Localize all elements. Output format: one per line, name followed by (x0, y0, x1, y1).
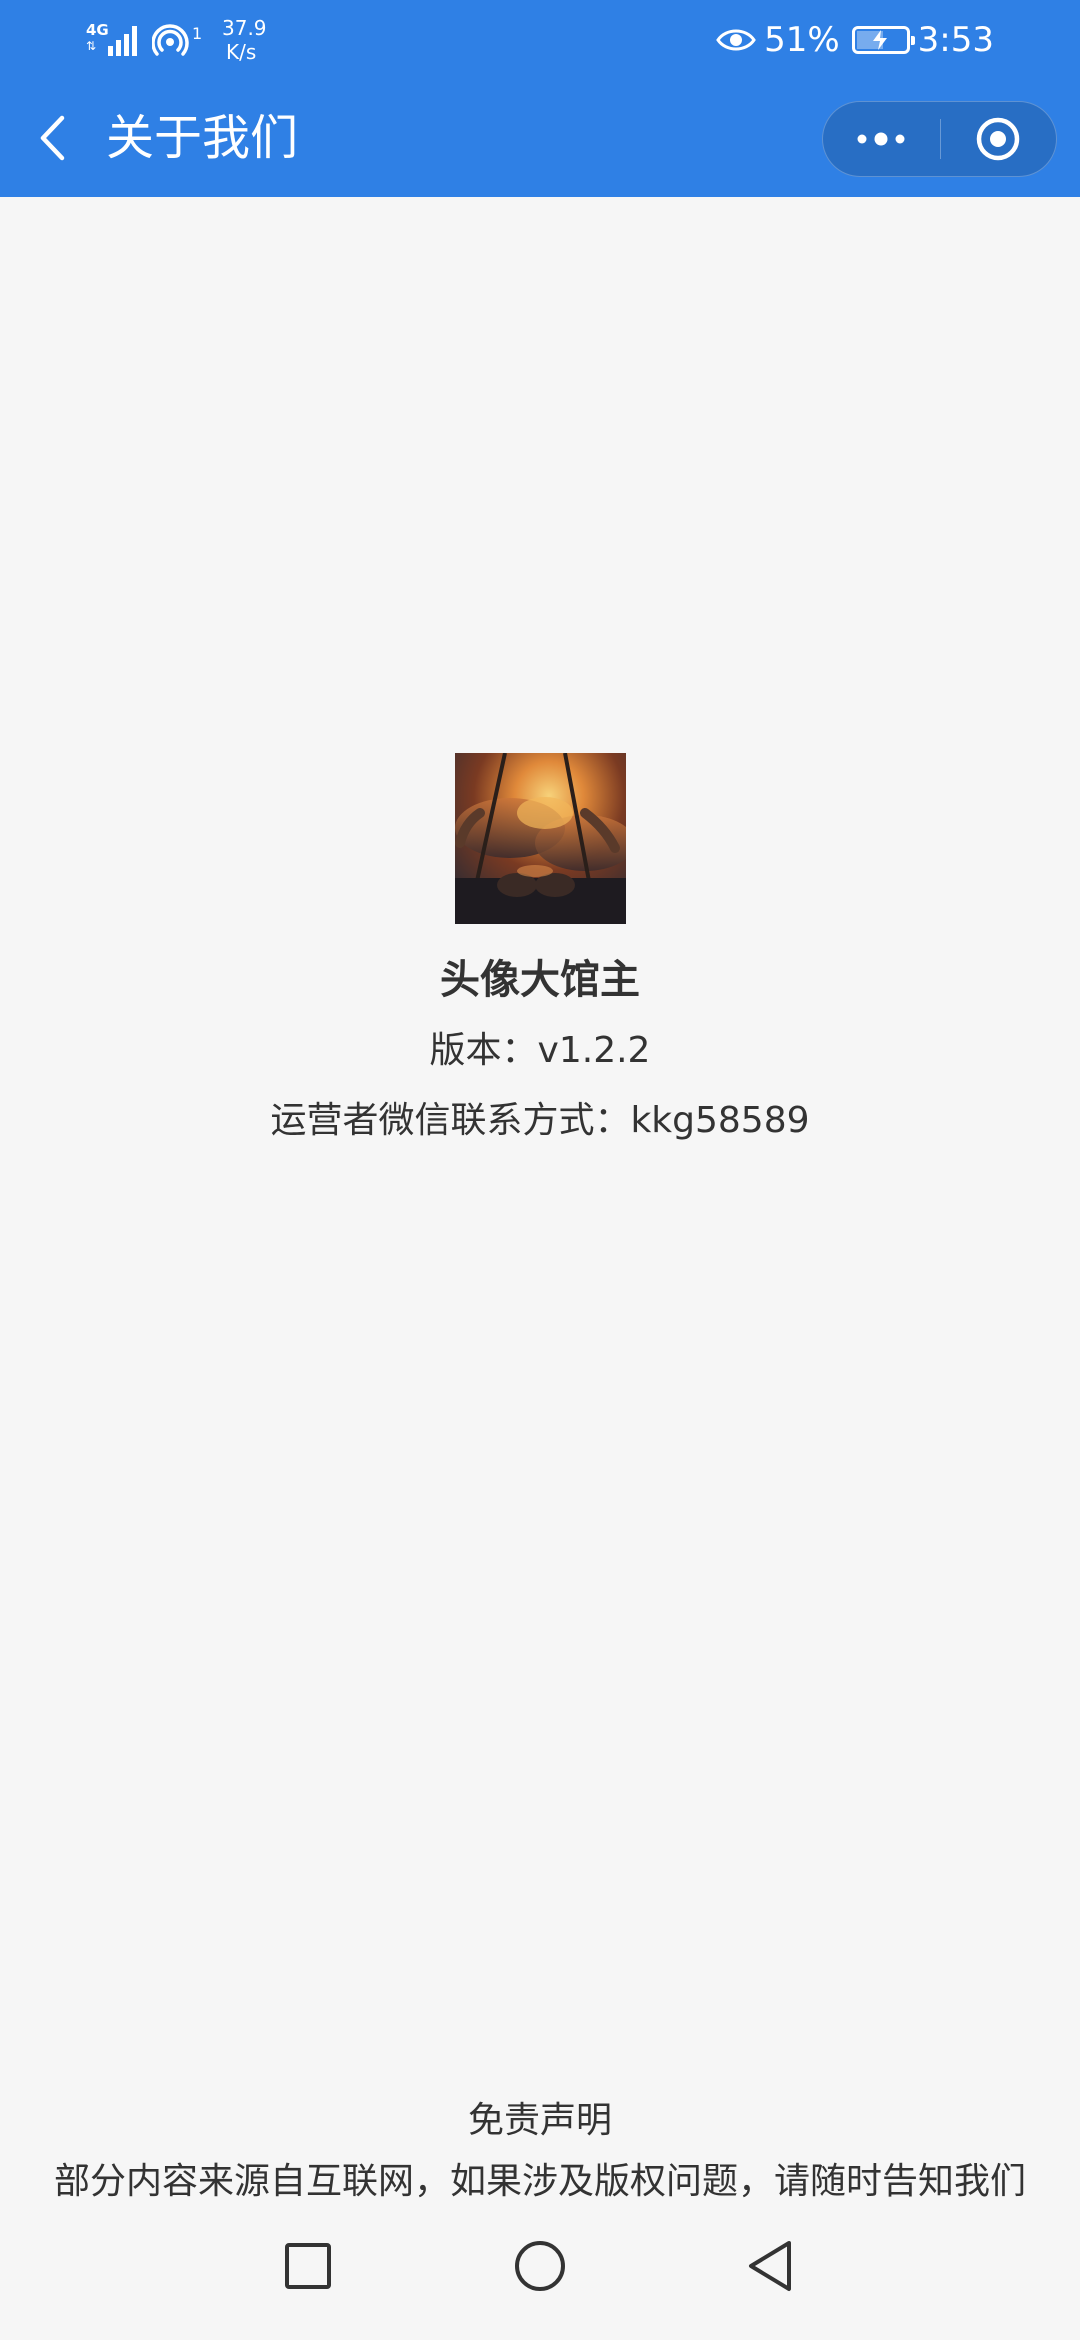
system-back-button[interactable] (738, 2234, 802, 2298)
operator-contact: 运营者微信联系方式：kkg58589 (270, 1100, 810, 1141)
clock: 3:53 (917, 20, 994, 60)
back-icon (40, 115, 65, 161)
recent-apps-icon (285, 2243, 331, 2289)
close-mini-program-button[interactable] (941, 102, 1057, 176)
disclaimer-title: 免责声明 (467, 2100, 612, 2141)
home-button[interactable] (508, 2234, 572, 2298)
charging-bolt-icon (872, 30, 887, 50)
app-name: 头像大馆主 (440, 957, 640, 1003)
page-title: 关于我们 (106, 110, 299, 166)
speed-unit: K/s (226, 40, 257, 64)
app-version: 版本：v1.2.2 (429, 1030, 651, 1071)
back-button[interactable] (30, 110, 74, 166)
battery-tip (910, 36, 915, 45)
data-arrows-icon: ⇅ (86, 39, 97, 53)
hotspot-icon: 1 (151, 20, 208, 60)
network-speed: 37.9 K/s (222, 16, 267, 64)
home-icon (515, 2241, 565, 2291)
recent-apps-button[interactable] (276, 2234, 340, 2298)
mini-program-capsule (822, 101, 1057, 177)
status-left: 4G ⇅ 1 37.9 K/s (86, 16, 267, 64)
more-button[interactable] (823, 102, 940, 176)
nav-bar: 关于我们 (0, 80, 1080, 197)
hotspot-count: 1 (192, 24, 203, 43)
system-nav-bar (0, 2210, 1080, 2340)
battery-icon (851, 26, 915, 54)
top-bar: 4G ⇅ 1 37.9 K/s 51% 3:53 关于我们 (0, 0, 1080, 197)
status-bar: 4G ⇅ 1 37.9 K/s 51% 3:53 (0, 0, 1080, 80)
speed-value: 37.9 (222, 16, 267, 40)
close-mini-program-icon (977, 117, 1020, 161)
system-back-icon (749, 2241, 791, 2291)
app-logo (455, 753, 626, 924)
signal-bars-icon (108, 26, 137, 56)
eye-comfort-icon (716, 29, 756, 51)
status-right: 51% 3:53 (716, 16, 994, 64)
battery-percent: 51% (764, 20, 840, 60)
disclaimer-text: 部分内容来源自互联网，如果涉及版权问题，请随时告知我们 (53, 2161, 1026, 2202)
swing-sunset-image (455, 753, 626, 924)
screen: 4G ⇅ 1 37.9 K/s 51% 3:53 关于我们 头像大馆主 版本：v… (0, 0, 1080, 2340)
cellular-signal-icon: 4G ⇅ (86, 20, 142, 60)
more-icon (857, 132, 905, 146)
